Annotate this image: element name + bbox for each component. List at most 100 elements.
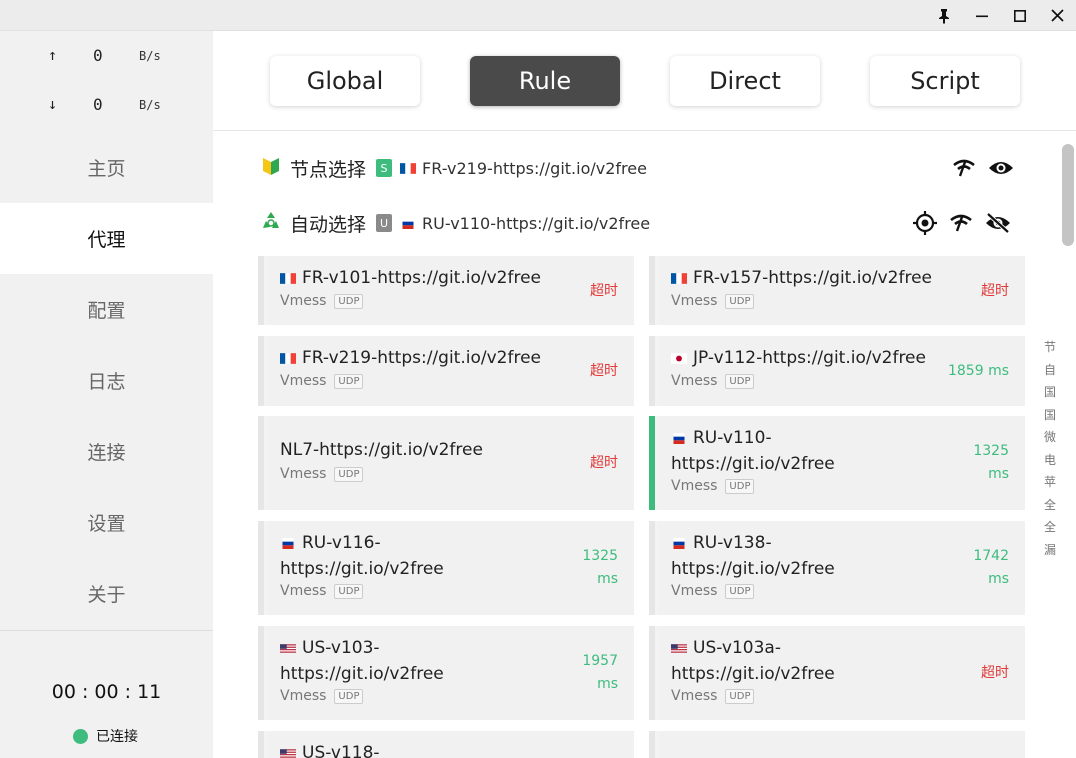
udp-badge: UDP	[334, 373, 364, 389]
mode-global-button[interactable]: Global	[270, 56, 420, 106]
upload-unit: B/s	[139, 49, 161, 63]
index-item[interactable]: 微	[1044, 426, 1056, 449]
proxy-card[interactable]: US-v103- https://git.io/v2free Vmess UDP 195…	[258, 626, 634, 720]
france-flag-icon	[400, 162, 417, 174]
proxy-name: RU-v116- https://git.io/v2free	[280, 530, 444, 582]
nav-item-profiles[interactable]: 配置	[0, 274, 213, 345]
download-unit: B/s	[139, 98, 161, 112]
pin-icon[interactable]	[925, 0, 963, 31]
proxy-delay[interactable]: 1957 ms	[582, 650, 618, 696]
russia-flag-icon	[282, 538, 294, 549]
mode-script-button[interactable]: Script	[870, 56, 1020, 106]
proxy-card[interactable]: RU-v116- https://git.io/v2free Vmess UDP 132…	[258, 521, 634, 615]
proxy-meta: Vmess UDP	[671, 478, 755, 494]
group-name: 自动选择	[290, 213, 367, 236]
proxy-delay[interactable]: 1742 ms	[973, 545, 1009, 591]
proxy-meta: Vmess UDP	[671, 688, 755, 704]
index-item[interactable]: 漏	[1044, 539, 1056, 562]
index-item[interactable]: 国	[1044, 404, 1056, 427]
group-type-badge: U	[376, 214, 393, 232]
proxy-name: US-v118-	[280, 740, 380, 758]
index-item[interactable]: 电	[1044, 449, 1056, 472]
nav-item-about[interactable]: 关于	[0, 558, 213, 629]
proxy-meta: Vmess UDP	[280, 688, 364, 704]
proxy-meta: Vmess UDP	[280, 583, 364, 599]
index-item[interactable]: 国	[1044, 381, 1056, 404]
index-item[interactable]: 全	[1044, 494, 1056, 517]
proxy-name: NL7-https://git.io/v2free	[280, 437, 483, 463]
proxy-name-line2: https://git.io/v2free	[280, 559, 444, 579]
locate-icon[interactable]	[913, 211, 937, 235]
russia-flag-icon	[673, 433, 685, 444]
delay-unit: ms	[597, 571, 618, 587]
proxy-card[interactable]: US-v103a-https://git.io/v2free Vmess UDP 超时	[649, 626, 1025, 720]
index-item[interactable]: 节	[1044, 336, 1056, 359]
usa-flag-icon	[671, 644, 687, 653]
delay-value: 1957	[582, 653, 618, 669]
proxy-delay[interactable]: 1325 ms	[582, 545, 618, 591]
proxy-card[interactable]: JP-v112-https://git.io/v2free Vmess UDP 185…	[649, 336, 1025, 406]
eye-off-icon[interactable]	[985, 212, 1011, 234]
nav-item-home[interactable]: 主页	[0, 132, 213, 203]
proxy-type: Vmess	[280, 373, 327, 389]
index-item[interactable]: 自	[1044, 359, 1056, 382]
proxy-card[interactable]: FR-v101-https://git.io/v2free Vmess UDP 超时	[258, 256, 634, 325]
proxy-name: FR-v157-https://git.io/v2free	[671, 265, 932, 291]
proxy-type: Vmess	[671, 373, 718, 389]
nav-item-settings[interactable]: 设置	[0, 487, 213, 558]
proxy-delay[interactable]: 1325 ms	[973, 440, 1009, 486]
proxy-name: RU-v110- https://git.io/v2free	[671, 425, 835, 477]
scrollbar[interactable]	[1062, 144, 1074, 246]
minimize-icon[interactable]	[963, 0, 1001, 31]
japan-flag-icon	[671, 353, 687, 364]
download-value: 0	[93, 95, 103, 114]
upload-value: 0	[93, 46, 103, 65]
proxy-meta: Vmess UDP	[671, 293, 755, 309]
proxy-card-body: US-v103- https://git.io/v2free Vmess UDP 195…	[268, 626, 634, 720]
divider	[0, 630, 213, 631]
proxy-card[interactable]: US-v118-	[258, 731, 634, 758]
proxy-delay[interactable]: 超时	[590, 360, 618, 383]
close-icon[interactable]	[1038, 0, 1076, 31]
proxy-group-select[interactable]: 节点选择 S FR-v219-https://git.io/v2free	[260, 153, 647, 183]
eye-icon[interactable]	[988, 158, 1014, 178]
proxy-card[interactable]	[649, 731, 1025, 758]
proxy-delay[interactable]: 超时	[981, 280, 1009, 303]
proxy-card[interactable]: RU-v138- https://git.io/v2free Vmess UDP 174…	[649, 521, 1025, 615]
proxy-delay[interactable]: 超时	[590, 452, 618, 475]
udp-badge: UDP	[725, 583, 755, 599]
maximize-icon[interactable]	[1001, 0, 1039, 31]
delay-value: 超时	[590, 363, 618, 379]
proxy-card[interactable]: FR-v157-https://git.io/v2free Vmess UDP 超时	[649, 256, 1025, 325]
udp-badge: UDP	[334, 466, 364, 482]
proxy-card[interactable]: RU-v110- https://git.io/v2free Vmess UDP 132…	[649, 416, 1025, 510]
index-item[interactable]: 苹	[1044, 471, 1056, 494]
proxy-name: US-v103a-https://git.io/v2free	[671, 635, 835, 687]
proxy-delay[interactable]: 1859 ms	[948, 360, 1009, 383]
proxy-name-line1: FR-v157-https://git.io/v2free	[693, 268, 932, 288]
delay-value: 超时	[590, 283, 618, 299]
proxy-card[interactable]: FR-v219-https://git.io/v2free Vmess UDP 超时	[258, 336, 634, 406]
group-actions	[940, 153, 1014, 183]
nav-item-connections[interactable]: 连接	[0, 416, 213, 487]
latency-test-icon[interactable]	[949, 213, 973, 233]
proxy-name: JP-v112-https://git.io/v2free	[671, 345, 926, 371]
proxy-card-body: FR-v157-https://git.io/v2free Vmess UDP 超时	[659, 256, 1025, 325]
nav-item-logs[interactable]: 日志	[0, 345, 213, 416]
mode-direct-button[interactable]: Direct	[670, 56, 820, 106]
proxy-type: Vmess	[280, 466, 327, 482]
proxy-group-auto[interactable]: 自动选择 U RU-v110-https://git.io/v2free	[260, 208, 650, 238]
mode-bar: Global Rule Direct Script	[213, 31, 1076, 131]
udp-badge: UDP	[725, 688, 755, 704]
proxy-card[interactable]: NL7-https://git.io/v2free Vmess UDP 超时	[258, 416, 634, 510]
proxy-name-line1: RU-v138-	[693, 533, 772, 553]
proxy-card-body: RU-v116- https://git.io/v2free Vmess UDP 132…	[268, 521, 634, 615]
proxy-delay[interactable]: 超时	[981, 662, 1009, 685]
proxy-name-line2: https://git.io/v2free	[671, 454, 835, 474]
proxy-name: FR-v101-https://git.io/v2free	[280, 265, 541, 291]
proxy-delay[interactable]: 超时	[590, 280, 618, 303]
mode-rule-button[interactable]: Rule	[470, 56, 620, 106]
index-item[interactable]: 全	[1044, 516, 1056, 539]
nav-item-proxies[interactable]: 代理	[0, 203, 213, 274]
latency-test-icon[interactable]	[952, 158, 976, 178]
